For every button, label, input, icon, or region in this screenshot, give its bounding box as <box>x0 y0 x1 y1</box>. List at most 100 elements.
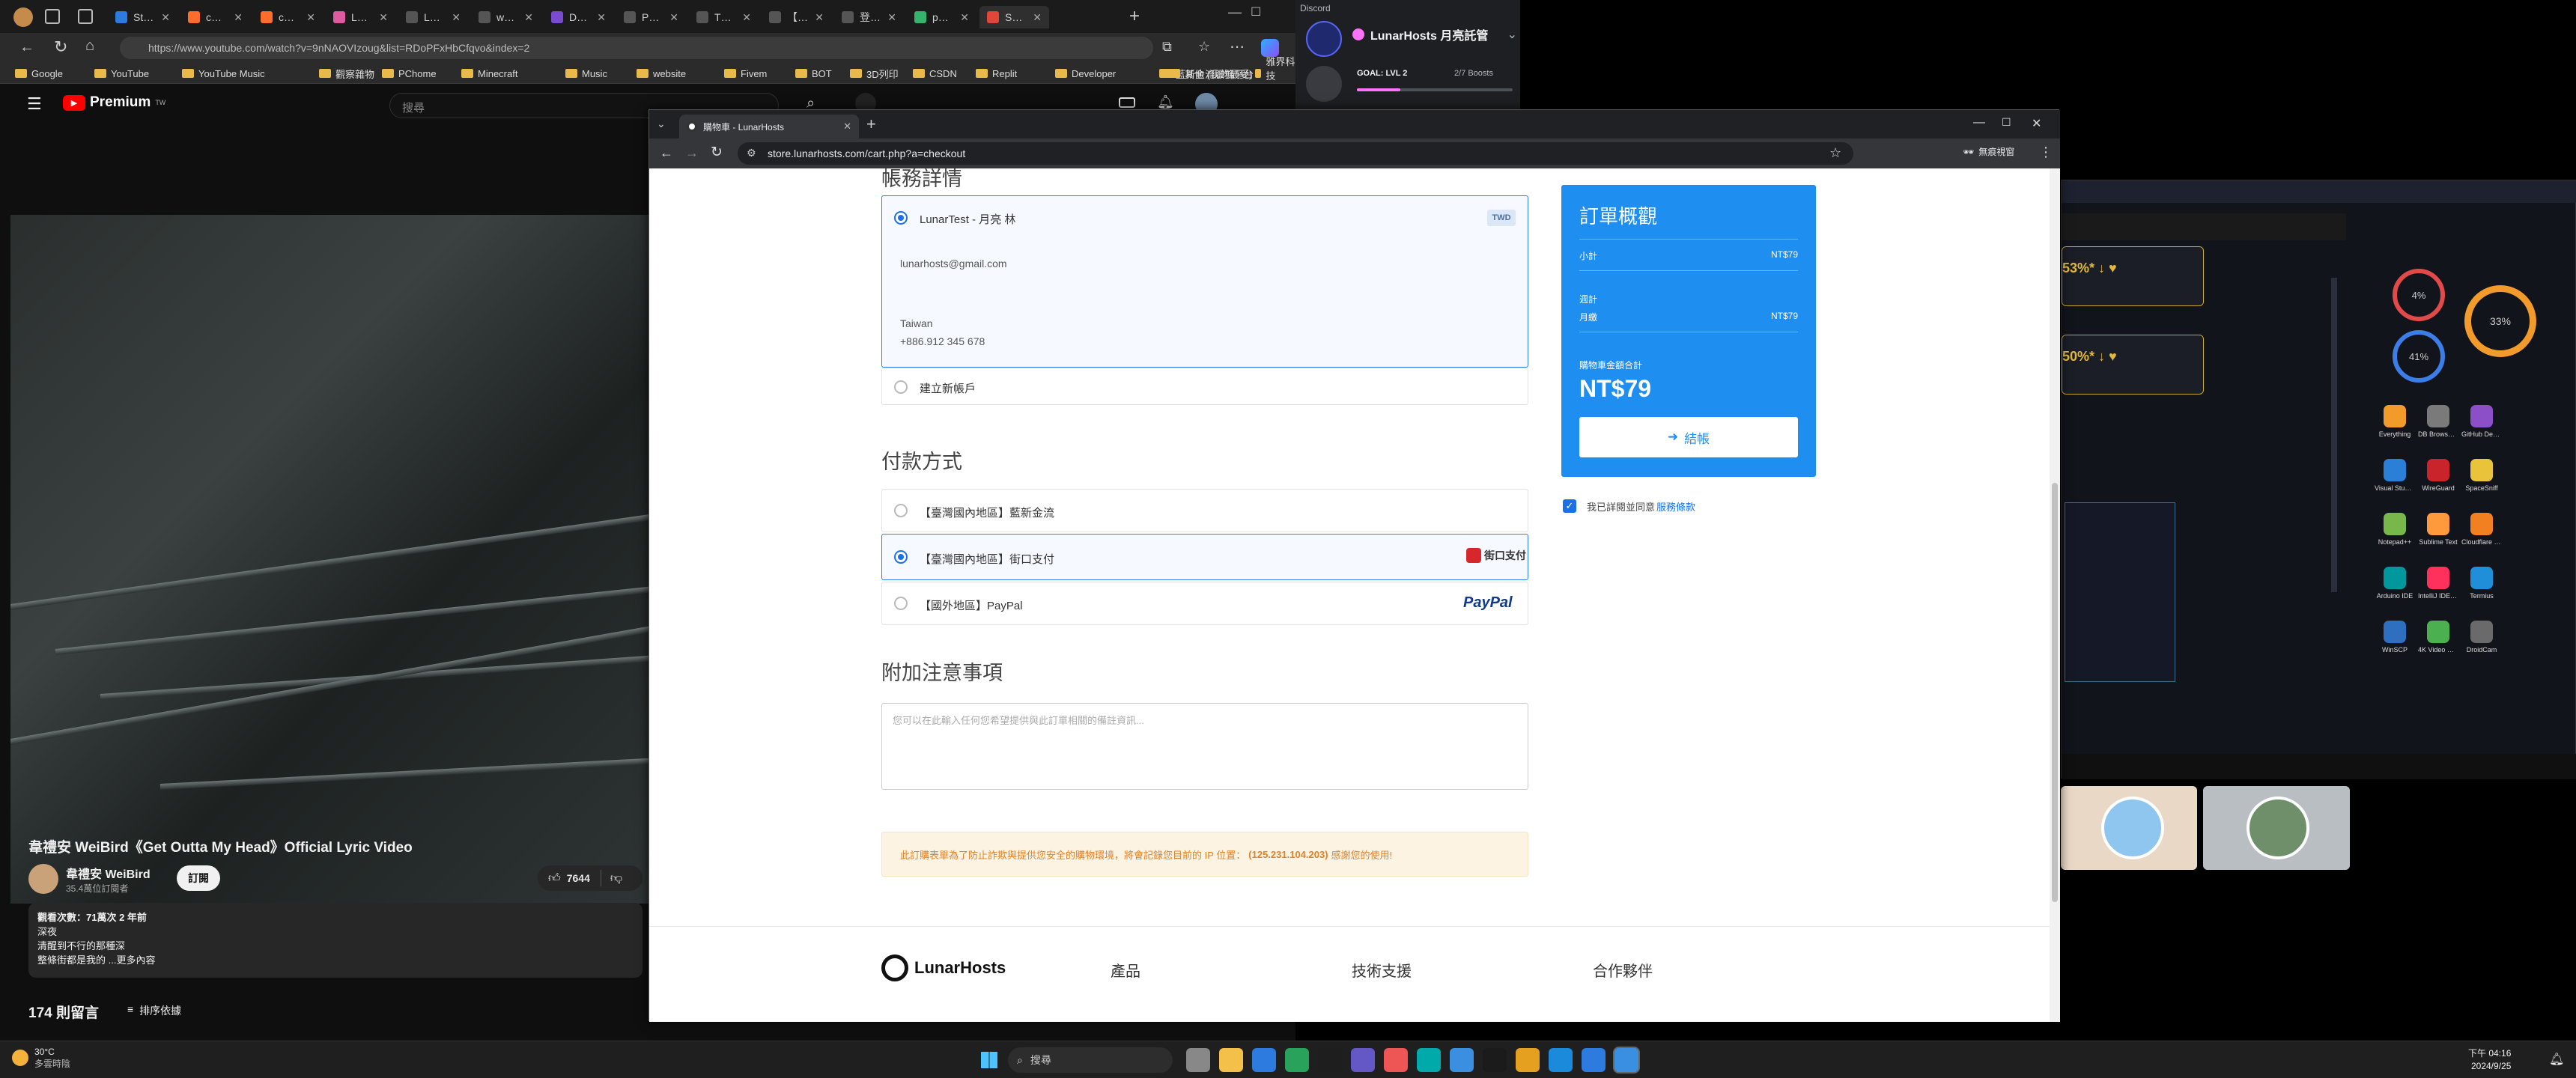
minimize-button[interactable]: — <box>1973 116 1985 130</box>
close-icon[interactable]: ✕ <box>669 11 678 24</box>
desktop-app-icon[interactable]: IntelliJ IDEA Community <box>2418 567 2458 600</box>
close-icon[interactable]: ✕ <box>379 11 388 24</box>
desktop-app-icon[interactable]: 4K Video Downloader <box>2418 621 2458 654</box>
browser-tab[interactable]: cPanel ✕ <box>253 6 323 28</box>
close-icon[interactable]: ✕ <box>234 11 243 24</box>
desktop-app-icon[interactable]: DroidCam <box>2461 621 2502 654</box>
desktop-app-icon[interactable]: WinSCP <box>2375 621 2415 654</box>
omnibox[interactable]: ⚙ store.lunarhosts.com/cart.php?a=checko… <box>738 142 1853 165</box>
taskbar-app-icon[interactable] <box>1186 1048 1210 1072</box>
active-tab[interactable]: 購物車 - LunarHosts ✕ <box>679 115 859 138</box>
back-icon[interactable]: ← <box>660 145 673 161</box>
browser-tab[interactable]: cPanel ✕ <box>180 6 250 28</box>
desktop-app-icon[interactable]: DB Browser (SQLite) <box>2418 405 2458 438</box>
server-header[interactable]: LunarHosts 月亮託管 ⌄ <box>1352 19 1517 49</box>
bookmark-item[interactable]: Google <box>15 66 63 81</box>
taskbar-search[interactable]: ⌕ 搜尋 <box>1008 1047 1173 1073</box>
close-icon[interactable]: ✕ <box>597 11 606 24</box>
like-count[interactable]: 7644 <box>567 872 590 884</box>
footer-brand[interactable]: LunarHosts <box>881 954 1006 981</box>
taskbar-app-icon[interactable] <box>1318 1048 1342 1072</box>
bookmark-item[interactable]: Minecraft <box>461 66 517 81</box>
weather-widget[interactable]: 30°C 多雲時陰 <box>12 1046 70 1070</box>
workspaces-icon[interactable] <box>45 9 60 24</box>
bookmark-item[interactable]: YouTube Music <box>182 66 265 81</box>
desktop-app-icon[interactable]: Cloudflare WARP <box>2461 513 2502 546</box>
desktop-app-icon[interactable]: SpaceSniff <box>2461 459 2502 492</box>
boost-count[interactable]: 2/7 Boosts <box>1454 69 1493 78</box>
taskbar-app-icon[interactable] <box>1351 1048 1375 1072</box>
browser-tab[interactable]: PLTR 股 ✕ <box>616 6 686 28</box>
close-icon[interactable]: ✕ <box>1033 11 1042 24</box>
desktop-app-icon[interactable]: Arduino IDE <box>2375 567 2415 600</box>
sort-button[interactable]: ≡ 排序依據 <box>127 1003 181 1018</box>
browser-tab[interactable]: 登錄你 ✕ <box>834 6 904 28</box>
url-field[interactable]: https://www.youtube.com/watch?v=9nNAOVIz… <box>120 37 1153 59</box>
participant-tile[interactable] <box>2203 786 2350 870</box>
refresh-icon[interactable]: ↻ <box>711 144 723 161</box>
hamburger-icon[interactable]: ☰ <box>27 94 42 114</box>
bookmark-item[interactable]: Fivem <box>724 66 767 81</box>
subscribe-button[interactable]: 訂閱 <box>177 865 220 891</box>
scrollbar-thumb[interactable] <box>2052 483 2058 902</box>
taskbar-app-icon[interactable] <box>1582 1048 1606 1072</box>
bookmark-star-icon[interactable]: ☆ <box>1829 145 1841 161</box>
desktop-app-icon[interactable]: Notepad++ <box>2375 513 2415 546</box>
refresh-icon[interactable]: ↻ <box>54 37 67 57</box>
browser-tab[interactable]: Store 總覽 ✕ <box>108 6 177 28</box>
close-window-button[interactable]: ✕ <box>2032 116 2041 131</box>
browser-tab[interactable]: Sendi ✕ <box>979 6 1049 28</box>
bookmark-item[interactable]: Replit <box>976 66 1017 81</box>
new-account-radio[interactable] <box>894 380 908 394</box>
server-icon[interactable] <box>1306 21 1342 57</box>
clock[interactable]: 下午 04:16 2024/9/25 <box>2468 1047 2511 1073</box>
close-icon[interactable]: ✕ <box>815 11 824 24</box>
payment-radio[interactable] <box>894 504 908 517</box>
channel-name[interactable]: 韋禮安 WeiBird <box>66 864 151 882</box>
incognito-indicator[interactable]: 🕶︎ 無痕視窗 <box>1963 145 2014 158</box>
chrome-menu-icon[interactable]: ⋮ <box>2039 144 2053 160</box>
forward-icon[interactable]: → <box>685 145 699 161</box>
desktop-app-icon[interactable]: Sublime Text <box>2418 513 2458 546</box>
browser-tab[interactable]: Dashb ✕ <box>544 6 613 28</box>
server-icon[interactable] <box>1306 66 1342 102</box>
payment-option-selected[interactable]: 【臺灣國內地區】街口支付 街口支付 <box>881 534 1528 580</box>
account-option-selected[interactable]: LunarTest - 月亮 林 TWD lunarhosts@gmail.co… <box>881 195 1528 368</box>
browser-tab[interactable]: 【籍雨 ✕ <box>762 6 831 28</box>
channel-avatar[interactable] <box>28 864 58 894</box>
close-icon[interactable]: ✕ <box>742 11 751 24</box>
desktop-app-icon[interactable]: WireGuard <box>2418 459 2458 492</box>
bookmark-item[interactable]: PChome <box>382 66 437 81</box>
payment-option[interactable]: 【臺灣國內地區】藍新金流 <box>881 489 1528 532</box>
close-icon[interactable]: ✕ <box>887 11 896 24</box>
close-icon[interactable]: ✕ <box>524 11 533 24</box>
desktop-app-icon[interactable]: Visual Studio Code <box>2375 459 2415 492</box>
taskbar-app-icon[interactable] <box>1417 1048 1441 1072</box>
create-icon[interactable] <box>1119 97 1135 108</box>
close-icon[interactable]: ✕ <box>843 121 851 133</box>
bookmark-item[interactable]: YouTube <box>94 66 149 81</box>
bookmark-item[interactable]: Developer <box>1055 66 1116 81</box>
taskbar-app-icon[interactable] <box>1483 1048 1507 1072</box>
close-icon[interactable]: ✕ <box>960 11 969 24</box>
menu-icon[interactable]: ⋯ <box>1230 37 1245 56</box>
favorites-icon[interactable]: ☆ <box>1198 39 1210 55</box>
video-player[interactable] <box>10 215 653 904</box>
taskbar-app-icon[interactable] <box>1614 1048 1638 1072</box>
browser-tab[interactable]: panel ✕ <box>907 6 976 28</box>
remote-scrollbar[interactable] <box>2331 278 2337 592</box>
payment-option[interactable]: 【國外地區】PayPal PayPal <box>881 582 1528 625</box>
tos-checkbox[interactable]: ✓ <box>1563 499 1576 513</box>
start-button[interactable] <box>981 1052 997 1068</box>
payment-radio[interactable] <box>894 597 908 610</box>
bookmark-item[interactable]: CSDN <box>913 66 957 81</box>
taskbar-app-icon[interactable] <box>1384 1048 1408 1072</box>
bookmark-item[interactable]: website <box>637 66 686 81</box>
tos-link[interactable]: 服務條款 <box>1656 499 1695 514</box>
dislike-icon[interactable]: 👎︎ <box>610 871 622 886</box>
taskbar-app-icon[interactable] <box>1285 1048 1309 1072</box>
bookmark-item[interactable]: 觀察雜物 <box>319 66 374 81</box>
browser-tab[interactable]: TSLA 2 ✕ <box>689 6 759 28</box>
like-icon[interactable]: 👍︎ <box>548 871 561 886</box>
maximize-button[interactable]: ☐ <box>2002 116 2011 129</box>
